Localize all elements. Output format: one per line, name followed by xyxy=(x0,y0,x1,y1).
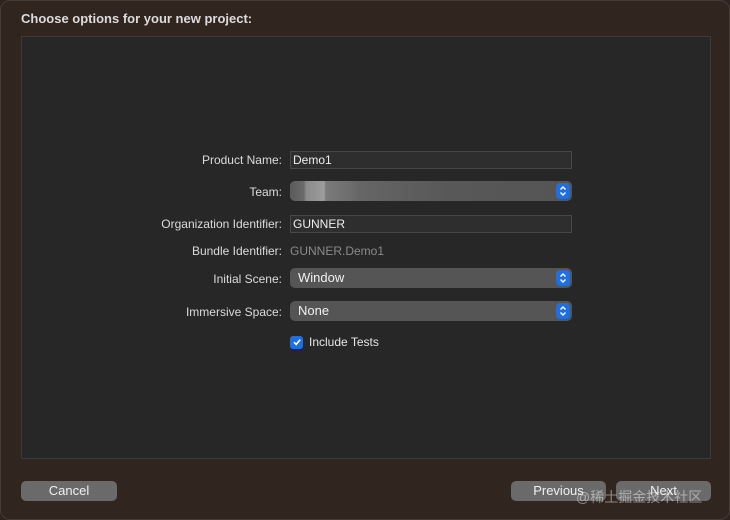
options-panel: Product Name: Demo1 Team: Organization I… xyxy=(21,36,711,459)
team-row: Team: xyxy=(22,181,712,205)
product-name-label: Product Name: xyxy=(201,153,282,167)
team-popup[interactable] xyxy=(290,181,572,201)
initial-scene-value: Window xyxy=(298,270,345,285)
include-tests-checkbox[interactable]: Include Tests xyxy=(290,333,379,351)
team-value-redacted xyxy=(290,181,556,201)
initial-scene-label: Initial Scene: xyxy=(213,272,282,286)
immersive-space-row: Immersive Space: None xyxy=(22,301,712,325)
bundle-identifier-value: GUNNER.Demo1 xyxy=(290,244,385,258)
immersive-space-popup[interactable]: None xyxy=(290,301,572,321)
new-project-dialog: Choose options for your new project: Pro… xyxy=(0,0,730,520)
organization-identifier-row: Organization Identifier: GUNNER xyxy=(22,213,712,237)
immersive-space-value: None xyxy=(298,303,330,318)
organization-identifier-field[interactable]: GUNNER xyxy=(290,215,572,233)
bundle-identifier-row: Bundle Identifier: GUNNER.Demo1 xyxy=(22,240,712,264)
bundle-identifier-label: Bundle Identifier: xyxy=(191,244,282,258)
product-name-row: Product Name: Demo1 xyxy=(22,149,712,173)
include-tests-row: Include Tests xyxy=(22,333,712,357)
chevron-up-down-icon xyxy=(556,183,570,199)
organization-identifier-label: Organization Identifier: xyxy=(161,217,282,231)
initial-scene-row: Initial Scene: Window xyxy=(22,268,712,292)
include-tests-label: Include Tests xyxy=(309,335,379,349)
checkmark-icon[interactable] xyxy=(290,335,303,349)
immersive-space-label: Immersive Space: xyxy=(185,305,282,319)
dialog-title: Choose options for your new project: xyxy=(21,11,253,26)
team-label: Team: xyxy=(249,185,282,199)
watermark: @稀土掘金技术社区 xyxy=(576,489,703,505)
product-name-field[interactable]: Demo1 xyxy=(290,151,572,169)
chevron-up-down-icon xyxy=(556,270,570,286)
initial-scene-popup[interactable]: Window xyxy=(290,268,572,288)
cancel-button[interactable]: Cancel xyxy=(21,481,117,501)
chevron-up-down-icon xyxy=(556,303,570,319)
